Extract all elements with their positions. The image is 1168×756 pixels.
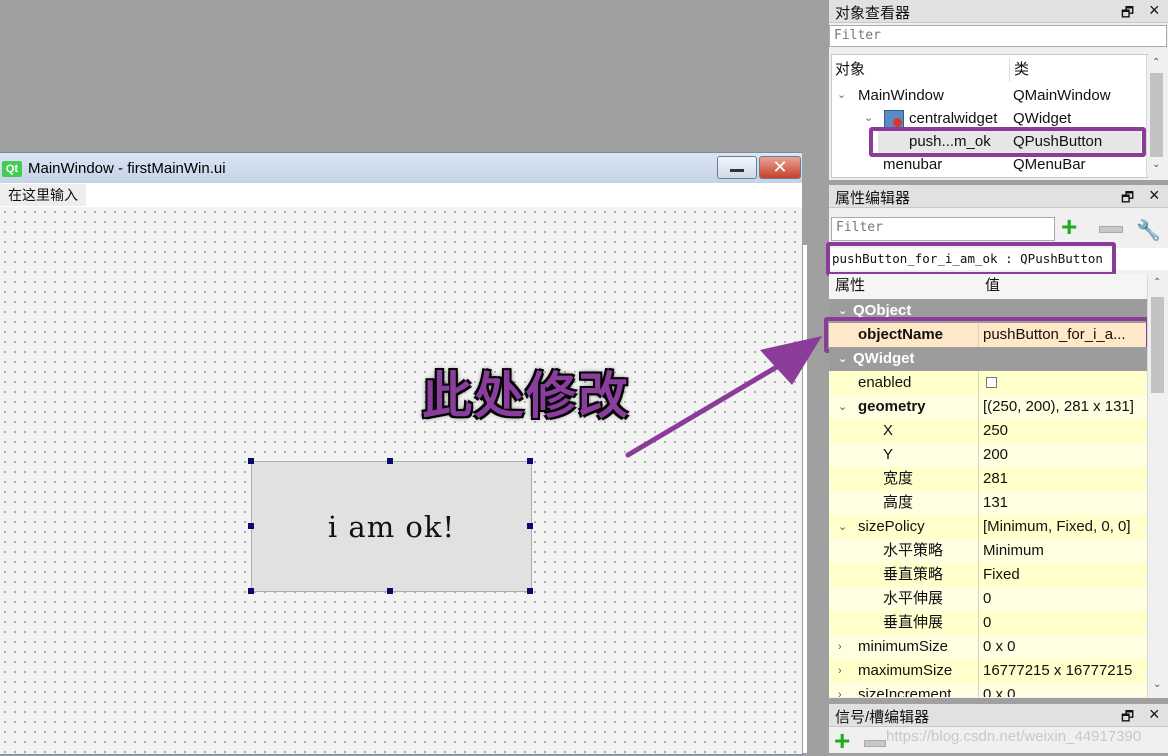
object-tree-header-class: 类 [1014, 61, 1030, 78]
push-button-label: i am ok! [327, 509, 456, 544]
property-row-vstretch[interactable]: 垂直伸展 0 [829, 611, 1147, 635]
menu-type-here[interactable]: 在这里输入 [0, 184, 86, 206]
object-tree-scrollbar[interactable]: ⌃ ⌄ [1146, 55, 1167, 175]
signal-slot-title: 信号/槽编辑器 [835, 709, 930, 726]
form-window-title: MainWindow - firstMainWin.ui [28, 160, 226, 177]
object-filter-input[interactable]: Filter [829, 25, 1167, 47]
close-button[interactable]: ✕ [759, 156, 801, 179]
selection-handle[interactable] [527, 523, 533, 529]
property-row-vpolicy[interactable]: 垂直策略 Fixed [829, 563, 1147, 587]
selection-handle[interactable] [527, 458, 533, 464]
tree-item-class: QMainWindow [1013, 87, 1111, 104]
annotation-text: 此处修改 [422, 367, 630, 425]
selection-handle[interactable] [248, 588, 254, 594]
form-menubar: 在这里输入 [0, 183, 802, 207]
tree-item-class: QMenuBar [1013, 156, 1086, 173]
selection-handle[interactable] [527, 588, 533, 594]
watermark: https://blog.csdn.net/weixin_44917390 [886, 728, 1142, 745]
property-header-value: 值 [985, 277, 1001, 294]
tree-item-menubar[interactable]: menubar [883, 153, 942, 176]
property-group-qwidget[interactable]: ⌄ QWidget [829, 347, 1147, 371]
wrench-icon[interactable]: 🔧 [1136, 218, 1161, 243]
property-row-y[interactable]: Y 200 [829, 443, 1147, 467]
property-row-geometry[interactable]: ⌄ geometry [(250, 200), 281 x 131] [829, 395, 1147, 419]
property-filter-input[interactable]: Filter [831, 217, 1055, 241]
object-inspector-title: 对象查看器 [835, 5, 911, 22]
close-dock-icon[interactable]: × [1149, 185, 1160, 206]
property-row-maximumsize[interactable]: › maximumSize 16777215 x 16777215 [829, 659, 1147, 683]
property-row-minimumsize[interactable]: › minimumSize 0 x 0 [829, 635, 1147, 659]
property-editor-title: 属性编辑器 [835, 190, 911, 207]
scroll-up-icon[interactable]: ⌃ [1152, 57, 1160, 68]
remove-property-icon[interactable] [1099, 226, 1123, 233]
property-header-key: 属性 [835, 277, 866, 294]
add-property-icon[interactable]: + [1061, 212, 1077, 242]
layout-broken-icon [893, 118, 902, 127]
remove-connection-icon[interactable] [864, 740, 886, 747]
property-row-enabled[interactable]: enabled [829, 371, 1147, 395]
property-row-sizepolicy[interactable]: ⌄ sizePolicy [Minimum, Fixed, 0, 0] [829, 515, 1147, 539]
tree-item-mainwindow[interactable]: MainWindow [858, 84, 944, 107]
scroll-thumb[interactable] [1151, 297, 1164, 393]
header-divider [1009, 58, 1010, 82]
property-scrollbar[interactable]: ⌃ ⌄ [1147, 275, 1168, 697]
property-row-hstretch[interactable]: 水平伸展 0 [829, 587, 1147, 611]
form-titlebar[interactable]: Qt MainWindow - firstMainWin.ui ✕ [0, 153, 802, 184]
minimize-button[interactable] [717, 156, 757, 179]
highlight-box-object-label [826, 242, 1116, 276]
property-row-width[interactable]: 宽度 281 [829, 467, 1147, 491]
scroll-thumb[interactable] [1150, 73, 1163, 157]
close-icon: ✕ [772, 157, 788, 177]
qt-logo-icon: Qt [2, 161, 22, 177]
add-connection-icon[interactable]: + [834, 727, 850, 755]
selection-handle[interactable] [248, 458, 254, 464]
expand-arrow-icon[interactable]: ⌄ [837, 84, 846, 107]
form-window: Qt MainWindow - firstMainWin.ui ✕ 在这里输入 … [0, 152, 803, 755]
property-row-sizeincrement[interactable]: › sizeIncrement 0 x 0 [829, 683, 1147, 697]
close-dock-icon[interactable]: × [1149, 0, 1160, 21]
scroll-down-icon[interactable]: ⌄ [1153, 679, 1161, 690]
push-button-i-am-ok[interactable]: i am ok! [251, 461, 532, 592]
signal-slot-titlebar: 信号/槽编辑器 🗗 × [829, 704, 1168, 727]
scroll-down-icon[interactable]: ⌄ [1152, 159, 1160, 170]
selection-handle[interactable] [387, 458, 393, 464]
property-row-height[interactable]: 高度 131 [829, 491, 1147, 515]
object-inspector-titlebar: 对象查看器 🗗 × [829, 0, 1168, 23]
enabled-checkbox[interactable] [986, 377, 997, 388]
object-tree-header-object: 对象 [835, 61, 866, 78]
canvas-scrollbar[interactable] [803, 245, 807, 753]
property-row-hpolicy[interactable]: 水平策略 Minimum [829, 539, 1147, 563]
form-canvas[interactable]: i am ok! [0, 207, 802, 754]
scroll-up-icon[interactable]: ⌃ [1153, 277, 1161, 288]
selection-handle[interactable] [387, 588, 393, 594]
close-dock-icon[interactable]: × [1149, 704, 1160, 725]
property-row-x[interactable]: X 250 [829, 419, 1147, 443]
selection-handle[interactable] [248, 523, 254, 529]
property-editor-titlebar: 属性编辑器 🗗 × [829, 185, 1168, 208]
